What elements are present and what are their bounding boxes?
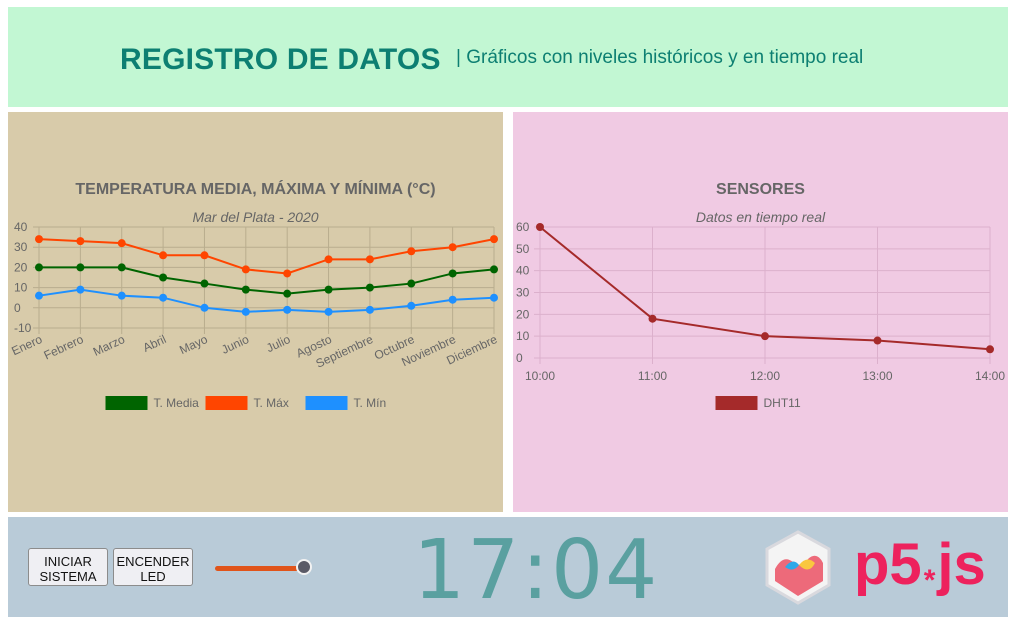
data-point-0 (761, 332, 769, 341)
data-point-0 (200, 279, 209, 288)
page-title: REGISTRO DE DATOS (120, 43, 441, 76)
x-tick-label: 14:00 (975, 369, 1005, 383)
data-point-2 (365, 305, 374, 314)
temperature-chart-panel: TEMPERATURA MEDIA, MÁXIMA Y MÍNIMA (°C) M… (8, 112, 503, 512)
header-panel: REGISTRO DE DATOS | Gráficos con niveles… (8, 7, 1008, 107)
data-point-2 (407, 301, 416, 310)
data-point-0 (873, 336, 882, 345)
p5js-logo-icon (765, 530, 831, 605)
data-point-2 (283, 305, 292, 314)
temperature-chart: TEMPERATURA MEDIA, MÁXIMA Y MÍNIMA (°C) M… (9, 179, 500, 410)
legend-swatch (205, 396, 248, 410)
data-point-1 (283, 269, 292, 278)
y-tick-label: 40 (14, 220, 28, 234)
y-tick-label: 0 (516, 351, 523, 365)
data-point-0 (241, 285, 250, 294)
chart-title: SENSORES (716, 181, 805, 198)
data-point-1 (490, 235, 498, 244)
led-slider-track[interactable] (215, 566, 305, 571)
data-point-0 (283, 289, 292, 298)
sensor-chart: SENSORES Datos en tiempo real 60 50 40 30 20 10… (516, 181, 1005, 410)
data-point-1 (117, 239, 126, 248)
data-point-1 (241, 265, 250, 274)
x-tick-label: Julio (264, 332, 293, 355)
page-subtitle: | Gráficos con niveles históricos y en t… (456, 47, 864, 68)
data-point-1 (159, 251, 168, 260)
x-tick-label: 12:00 (750, 369, 780, 383)
turn-on-led-button[interactable]: ENCENDER LED (113, 548, 193, 586)
sensor-chart-panel: SENSORES Datos en tiempo real 60 50 40 30 20 10… (513, 112, 1008, 512)
data-point-0 (76, 263, 85, 272)
data-point-2 (117, 291, 126, 300)
y-tick-label: 30 (14, 240, 28, 254)
data-point-0 (117, 263, 126, 272)
data-point-2 (490, 293, 498, 302)
data-point-1 (448, 243, 457, 252)
legend-label: T. Máx (254, 396, 289, 410)
x-tick-label: 10:00 (525, 369, 555, 383)
y-tick-label: 60 (516, 220, 530, 234)
data-point-0 (407, 279, 416, 288)
data-point-0 (536, 223, 544, 231)
data-point-2 (76, 285, 85, 294)
data-point-2 (448, 295, 457, 304)
x-tick-label: Enero (9, 332, 44, 358)
y-tick-label: 10 (516, 329, 530, 343)
y-tick-label: 50 (516, 242, 530, 256)
data-point-0 (986, 345, 994, 354)
x-tick-label: Abril (141, 332, 169, 355)
turn-on-led-label-line1: ENCENDER (116, 553, 190, 569)
data-point-0 (324, 285, 333, 294)
data-point-2 (241, 307, 250, 316)
data-point-2 (35, 291, 43, 300)
data-point-1 (200, 251, 209, 260)
data-point-0 (490, 265, 498, 274)
legend-label: T. Media (154, 396, 200, 410)
legend-swatch (305, 396, 348, 410)
x-tick-label: Junio (219, 332, 251, 357)
x-tick-label: Marzo (91, 332, 127, 359)
led-slider-thumb[interactable] (296, 559, 312, 575)
x-tick-label: Febrero (42, 332, 86, 363)
data-point-0 (365, 283, 374, 292)
turn-on-led-label-line2: LED (140, 568, 166, 584)
data-point-0 (159, 273, 168, 282)
y-tick-label: 20 (516, 307, 530, 321)
legend-swatch (105, 396, 148, 410)
data-point-0 (35, 263, 43, 272)
y-tick-label: 30 (516, 286, 530, 300)
start-system-button[interactable]: INICIAR SISTEMA (28, 548, 108, 586)
x-tick-label: 11:00 (638, 369, 667, 383)
chart-subtitle: Mar del Plata - 2020 (192, 209, 318, 225)
data-point-2 (200, 303, 209, 312)
x-tick-label: 13:00 (862, 369, 892, 383)
y-tick-label: 0 (14, 301, 21, 315)
data-point-0 (648, 314, 657, 323)
data-point-2 (159, 293, 168, 302)
y-tick-label: -10 (14, 321, 32, 335)
start-system-label-line2: SISTEMA (39, 568, 97, 584)
data-point-1 (324, 255, 333, 264)
y-tick-label: 20 (14, 260, 28, 274)
chart-subtitle: Datos en tiempo real (696, 209, 826, 225)
legend-swatch (715, 396, 758, 410)
legend-label: T. Mín (354, 396, 387, 410)
y-tick-label: 10 (14, 281, 28, 295)
chart-title: TEMPERATURA MEDIA, MÁXIMA Y MÍNIMA (°C) (75, 179, 435, 198)
control-bar: INICIAR SISTEMA ENCENDER LED 17:04 p5*js (8, 517, 1008, 618)
data-point-1 (407, 247, 416, 256)
data-point-2 (324, 307, 333, 316)
start-system-label-line1: INICIAR (44, 553, 92, 569)
clock-display: 17:04 (413, 523, 660, 618)
x-tick-label: Mayo (177, 332, 210, 357)
series-line-2 (38, 288, 495, 313)
data-point-1 (35, 235, 43, 244)
legend-label: DHT11 (764, 396, 801, 410)
data-point-0 (448, 269, 457, 278)
p5js-logo-text: p5*js (854, 532, 986, 597)
data-point-1 (365, 255, 374, 264)
data-point-1 (76, 237, 85, 246)
y-tick-label: 40 (516, 264, 530, 278)
